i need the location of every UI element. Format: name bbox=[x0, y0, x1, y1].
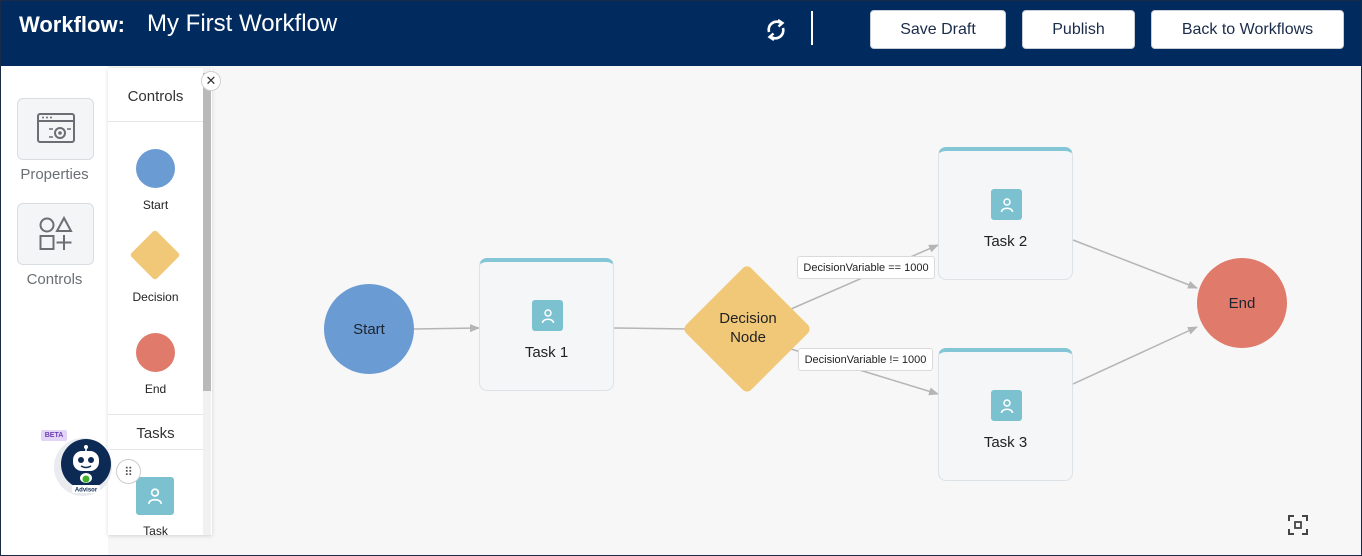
controls-button[interactable] bbox=[17, 203, 94, 265]
control-end[interactable]: End bbox=[108, 331, 203, 399]
decision-node-label: Decision Node bbox=[699, 309, 797, 347]
end-node-label: End bbox=[1228, 294, 1256, 312]
controls-heading: Controls bbox=[127, 88, 184, 105]
control-end-label: End bbox=[144, 382, 167, 396]
advisor-robot-icon[interactable]: Advisor bbox=[52, 438, 114, 496]
user-icon bbox=[991, 189, 1022, 220]
control-decision[interactable]: Decision bbox=[108, 229, 203, 305]
task-node-label: Task 1 bbox=[524, 344, 569, 361]
control-start[interactable]: Start bbox=[108, 146, 203, 214]
workflow-title[interactable]: My First Workflow bbox=[147, 10, 337, 38]
edge-label-not-equals[interactable]: DecisionVariable != 1000 bbox=[798, 348, 933, 371]
user-icon bbox=[136, 477, 174, 515]
edge-label-equals[interactable]: DecisionVariable == 1000 bbox=[797, 256, 935, 279]
end-shape bbox=[136, 333, 175, 372]
save-draft-button[interactable]: Save Draft bbox=[870, 10, 1006, 49]
decision-label-line2: Node bbox=[730, 329, 766, 346]
controls-label: Controls bbox=[26, 271, 83, 288]
decision-shape bbox=[129, 229, 181, 281]
header-divider bbox=[811, 11, 813, 45]
back-to-workflows-button[interactable]: Back to Workflows bbox=[1151, 10, 1344, 49]
control-task-label: Task bbox=[143, 524, 168, 535]
control-task[interactable]: Task bbox=[108, 475, 203, 535]
task-node-2[interactable]: Task 2 bbox=[938, 147, 1073, 280]
task-node-label: Task 2 bbox=[983, 233, 1028, 250]
end-node[interactable]: End bbox=[1197, 258, 1287, 348]
decision-label-line1: Decision bbox=[719, 310, 777, 327]
publish-button[interactable]: Publish bbox=[1022, 10, 1135, 49]
header-bar: Workflow: My First Workflow Save Draft P… bbox=[1, 1, 1361, 66]
task-node-label: Task 3 bbox=[983, 434, 1028, 451]
fit-screen-icon[interactable] bbox=[1288, 515, 1308, 535]
close-icon[interactable]: ✕ bbox=[201, 71, 221, 91]
refresh-icon[interactable] bbox=[763, 17, 789, 43]
user-icon bbox=[991, 390, 1022, 421]
user-icon bbox=[532, 300, 563, 331]
start-node[interactable]: Start bbox=[324, 284, 414, 374]
properties-button[interactable] bbox=[17, 98, 94, 160]
panel-divider bbox=[108, 449, 203, 450]
control-decision-label: Decision bbox=[132, 290, 179, 304]
workflow-editor: Workflow: My First Workflow Save Draft P… bbox=[0, 0, 1362, 556]
panel-divider bbox=[108, 121, 203, 122]
drag-handle-icon[interactable]: ⠿ bbox=[116, 459, 141, 484]
advisor-label: Advisor bbox=[75, 488, 98, 494]
properties-icon bbox=[36, 113, 75, 143]
task-node-3[interactable]: Task 3 bbox=[938, 348, 1073, 481]
control-start-label: Start bbox=[142, 198, 169, 212]
shapes-icon bbox=[39, 215, 73, 250]
properties-label: Properties bbox=[20, 166, 89, 183]
task-node-1[interactable]: Task 1 bbox=[479, 258, 614, 391]
tasks-heading: Tasks bbox=[136, 425, 175, 442]
start-shape bbox=[136, 149, 175, 188]
header-label: Workflow: bbox=[19, 12, 125, 37]
panel-scrollbar-thumb[interactable] bbox=[203, 73, 211, 391]
panel-divider bbox=[108, 414, 203, 415]
start-node-label: Start bbox=[353, 320, 385, 338]
